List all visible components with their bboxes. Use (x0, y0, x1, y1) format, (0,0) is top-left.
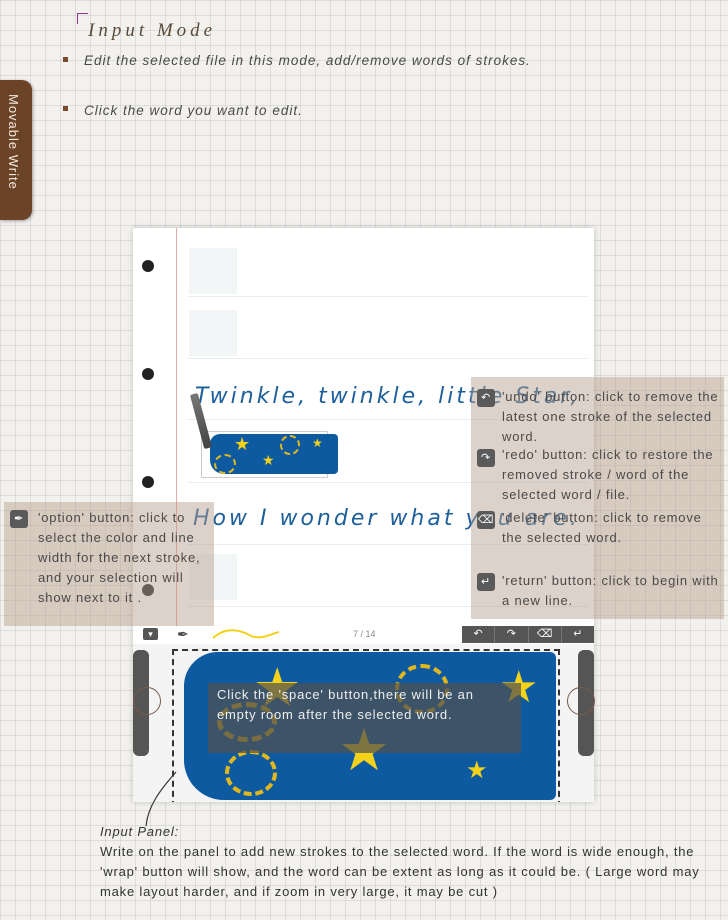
ruled-line (188, 358, 588, 359)
space-pointer-left (133, 687, 161, 715)
space-callout: Click the 'space' button,there will be a… (208, 683, 521, 753)
input-panel-description: Input Panel: Write on the panel to add n… (100, 822, 710, 902)
collapse-icon[interactable]: ▾ (143, 628, 158, 640)
input-panel-text: Write on the panel to add new strokes to… (100, 844, 700, 899)
binder-ring (142, 260, 154, 272)
bullet-text-1: Edit the selected file in this mode, add… (84, 53, 531, 68)
ruled-line (188, 296, 588, 297)
word-placeholder (189, 310, 237, 356)
option-callout: ✒ 'option' button: click to select the c… (4, 502, 214, 626)
feather-icon[interactable]: ✒ (177, 626, 189, 643)
delete-callout-text: 'delete' button: click to remove the sel… (502, 510, 702, 545)
input-toolbar: ▾ ✒ 7 / 14 ↶ ↷ ⌫ ↵ (133, 626, 594, 644)
feather-icon: ✒ (10, 510, 28, 528)
spiral-shape (214, 454, 236, 474)
word-placeholder (189, 248, 237, 294)
bullet-text-2: Click the word you want to edit. (84, 103, 303, 118)
return-icon[interactable]: ↵ (562, 626, 594, 643)
delete-icon: ⌫ (477, 511, 495, 529)
redo-icon: ↷ (477, 449, 495, 467)
undo-icon: ↶ (477, 389, 495, 407)
edit-buttons: ↶ ↷ ⌫ ↵ (462, 626, 594, 643)
binder-ring (142, 476, 154, 488)
delete-icon[interactable]: ⌫ (529, 626, 562, 643)
spiral-shape (280, 435, 300, 455)
side-tab-movable-write[interactable]: Movable Write (0, 80, 32, 220)
option-callout-text: 'option' button: click to select the col… (38, 510, 201, 605)
buttons-callout: ↶ 'undo' button: click to remove the lat… (471, 377, 724, 619)
redo-icon[interactable]: ↷ (495, 626, 529, 643)
side-tab-label: Movable Write (6, 94, 21, 190)
return-icon: ↵ (477, 573, 495, 591)
corner-mark (77, 13, 88, 24)
redo-callout-text: 'redo' button: click to restore the remo… (502, 447, 714, 502)
star-shape: ★ (262, 452, 275, 468)
page-title: Input Mode (88, 20, 217, 41)
return-callout-text: 'return' button: click to begin with a n… (502, 573, 719, 608)
bullet-marker (63, 57, 68, 62)
star-shape: ★ (234, 434, 251, 454)
undo-icon[interactable]: ↶ (462, 626, 496, 643)
binder-ring (142, 368, 154, 380)
selected-word[interactable]: ★ ★ ★ (201, 431, 338, 478)
undo-callout-text: 'undo' button: click to remove the lates… (502, 389, 719, 444)
page-indicator: 7 / 14 (353, 629, 376, 639)
star-shape: ★ (312, 436, 323, 450)
stroke-preview (212, 629, 280, 639)
bullet-marker (63, 106, 68, 111)
space-pointer-right (567, 687, 595, 715)
input-panel-label: Input Panel: (100, 824, 179, 839)
panel-pointer-line (145, 771, 177, 827)
